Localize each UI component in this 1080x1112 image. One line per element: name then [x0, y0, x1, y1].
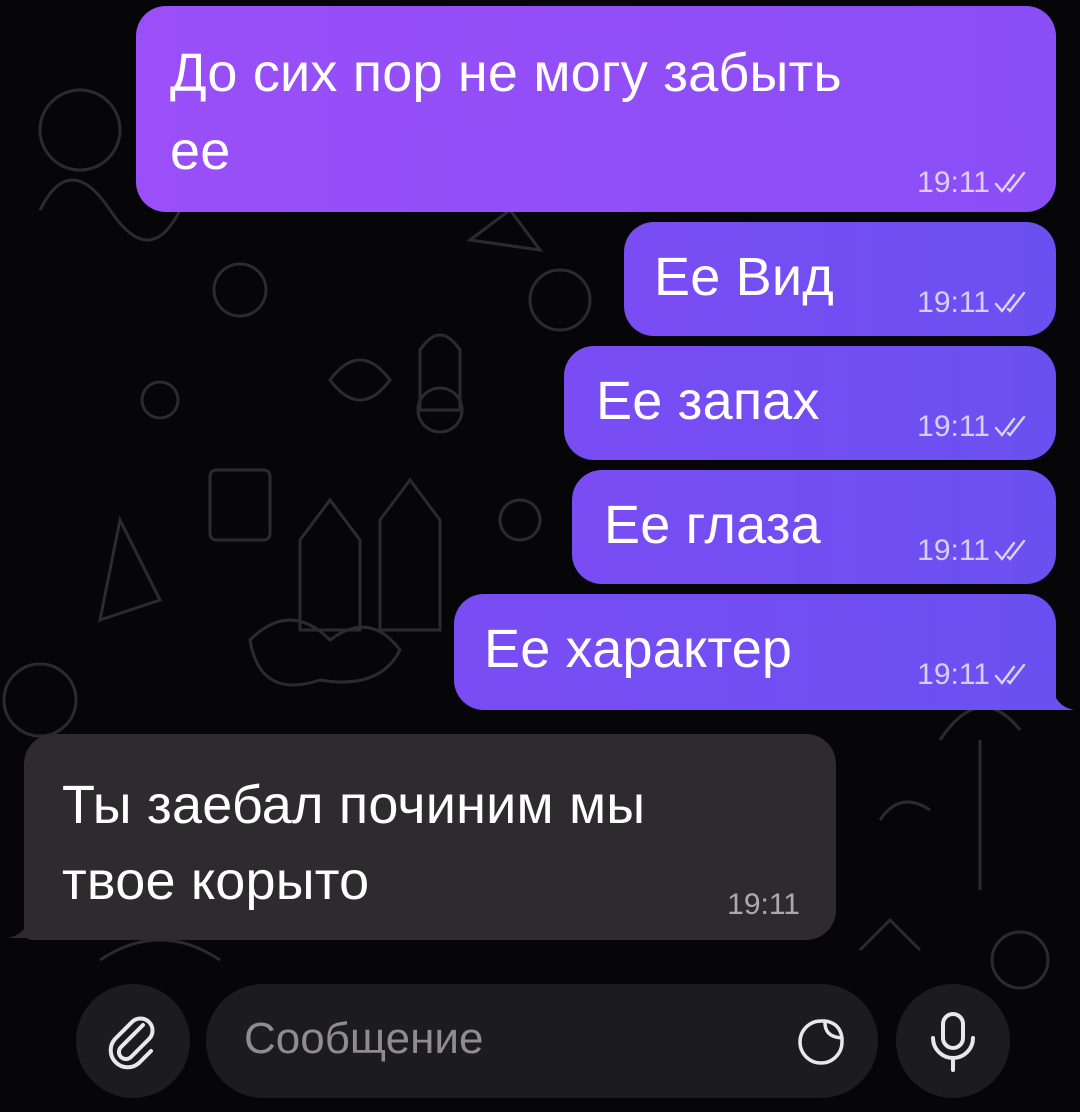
- message-input[interactable]: Сообщение: [206, 984, 878, 1098]
- microphone-button[interactable]: [896, 984, 1010, 1098]
- sticker-icon[interactable]: [796, 1017, 846, 1067]
- message-time: 19:11: [917, 534, 990, 567]
- message-time: 19:11: [917, 166, 990, 199]
- paperclip-icon: [108, 1016, 155, 1070]
- double-check-icon: [994, 664, 1026, 685]
- double-check-icon: [994, 540, 1026, 561]
- message-meta: 19:11: [917, 410, 1028, 444]
- attach-button[interactable]: [76, 984, 190, 1098]
- message-bubble-outgoing[interactable]: Ее запах 19:11: [564, 346, 1056, 460]
- message-bubble-outgoing[interactable]: Ее глаза 19:11: [572, 470, 1056, 584]
- message-meta: 19:11: [917, 534, 1028, 568]
- double-check-icon: [994, 416, 1026, 437]
- bubble-tail: [8, 912, 42, 938]
- message-text-line: ее: [170, 121, 231, 181]
- message-meta: 19:11: [727, 888, 800, 922]
- message-input-placeholder: Сообщение: [244, 1014, 484, 1063]
- message-meta: 19:11: [917, 658, 1028, 692]
- message-text-line: твое корыто: [62, 851, 370, 911]
- message-meta: 19:11: [917, 286, 1028, 320]
- message-bubble-outgoing[interactable]: Ее характер 19:11: [454, 594, 1056, 710]
- message-text-line: Ты заебал починим мы: [62, 775, 646, 835]
- double-check-icon: [994, 292, 1026, 313]
- message-time: 19:11: [917, 658, 990, 691]
- double-check-icon: [994, 172, 1026, 193]
- message-text: Ее характер: [484, 619, 793, 679]
- message-text: Ее Вид: [654, 247, 834, 307]
- message-composer: Сообщение: [0, 968, 1080, 1112]
- message-text-line: До сих пор не могу забыть: [170, 43, 842, 103]
- message-time: 19:11: [917, 410, 990, 443]
- message-bubble-outgoing[interactable]: Ее Вид 19:11: [624, 222, 1056, 336]
- message-meta: 19:11: [917, 166, 1028, 200]
- bubble-tail: [1040, 684, 1074, 710]
- message-time: 19:11: [917, 286, 990, 319]
- message-time: 19:11: [727, 888, 800, 921]
- message-text: Ее запах: [596, 371, 820, 431]
- message-bubble-incoming[interactable]: Ты заебал починим мы твое корыто 19:11: [24, 734, 836, 940]
- message-bubble-outgoing[interactable]: До сих пор не могу забыть ее 19:11: [136, 6, 1056, 212]
- message-text: Ее глаза: [604, 495, 821, 555]
- microphone-icon: [931, 1012, 975, 1072]
